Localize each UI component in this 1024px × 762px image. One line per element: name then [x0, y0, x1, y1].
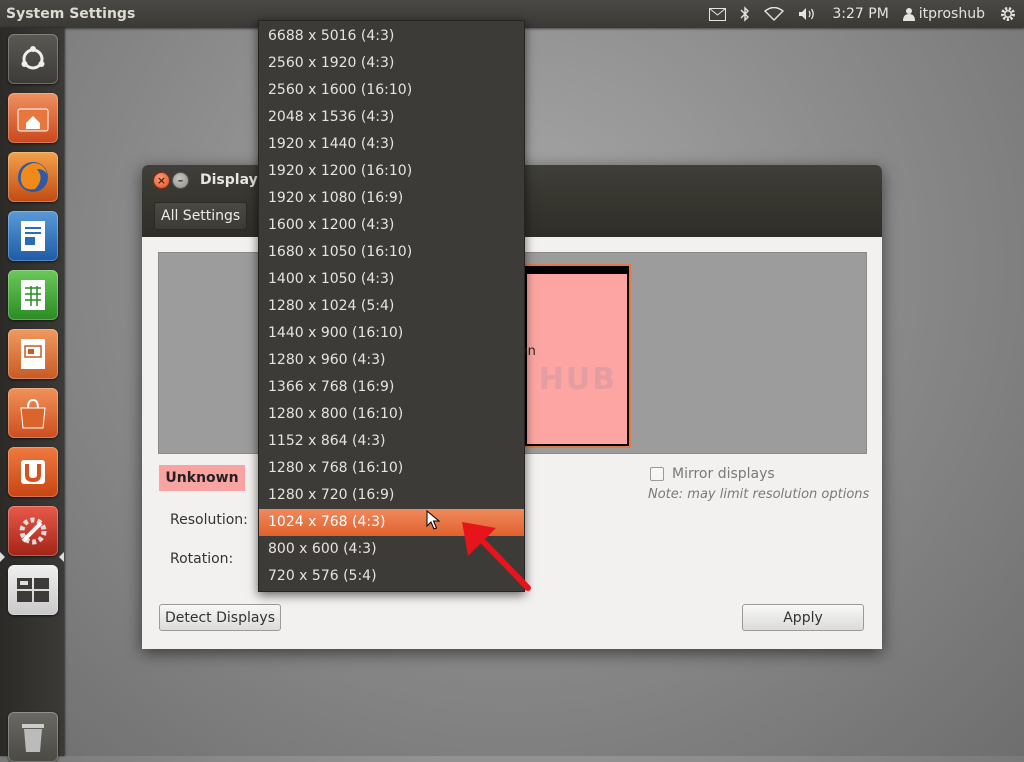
folder-icon	[17, 108, 49, 132]
wifi-icon[interactable]	[757, 0, 791, 28]
all-settings-button[interactable]: All Settings	[154, 202, 248, 230]
clock[interactable]: 3:27 PM	[825, 0, 895, 28]
launcher	[0, 28, 64, 762]
resolution-label: Resolution:	[170, 512, 248, 528]
launcher-ubuntu-one[interactable]	[8, 447, 58, 497]
resolution-option[interactable]: 1152 x 864 (4:3)	[259, 428, 524, 455]
resolution-option[interactable]: 1920 x 1080 (16:9)	[259, 185, 524, 212]
resolution-option[interactable]: 1400 x 1050 (4:3)	[259, 266, 524, 293]
calc-icon	[21, 280, 45, 310]
detect-displays-button[interactable]: Detect Displays	[159, 604, 281, 631]
firefox-icon	[18, 162, 48, 192]
gear-icon[interactable]	[992, 0, 1024, 28]
resolution-option[interactable]: 1920 x 1440 (4:3)	[259, 131, 524, 158]
resolution-option[interactable]: 1280 x 720 (16:9)	[259, 482, 524, 509]
resolution-option[interactable]: 1280 x 800 (16:10)	[259, 401, 524, 428]
mirror-displays-checkbox[interactable]: Mirror displays	[650, 466, 775, 482]
active-app-indicator	[0, 552, 5, 562]
resolution-option[interactable]: 1440 x 900 (16:10)	[259, 320, 524, 347]
mirror-note: Note: may limit resolution options	[648, 487, 870, 502]
ubuntu-one-icon	[21, 460, 45, 484]
writer-icon	[21, 221, 45, 251]
resolution-option[interactable]: 2048 x 1536 (4:3)	[259, 104, 524, 131]
resolution-option[interactable]: 6688 x 5016 (4:3)	[259, 23, 524, 50]
launcher-workspaces[interactable]	[8, 565, 58, 615]
trash-icon	[22, 724, 44, 752]
close-icon[interactable]: ×	[153, 172, 170, 189]
launcher-trash[interactable]	[8, 712, 58, 762]
user-menu[interactable]: itproshub	[896, 0, 992, 28]
ubuntu-logo-icon	[21, 46, 45, 70]
launcher-firefox[interactable]	[8, 152, 58, 202]
resolution-option[interactable]: 2560 x 1920 (4:3)	[259, 50, 524, 77]
impress-icon	[21, 339, 45, 369]
checkbox-icon[interactable]	[650, 467, 664, 481]
window-title: Displays	[200, 172, 267, 188]
resolution-option[interactable]: 1280 x 960 (4:3)	[259, 347, 524, 374]
workspaces-icon	[17, 578, 49, 602]
indicator-area: 3:27 PM itproshub	[702, 0, 1024, 28]
rotation-label: Rotation:	[170, 551, 234, 567]
resolution-option[interactable]: 1280 x 768 (16:10)	[259, 455, 524, 482]
launcher-impress[interactable]	[8, 329, 58, 379]
settings-wrench-icon	[19, 517, 47, 545]
shopping-bag-icon	[20, 398, 46, 429]
minimize-icon[interactable]: –	[172, 172, 189, 189]
annotation-arrow-icon	[462, 522, 531, 591]
mirror-displays-label: Mirror displays	[672, 466, 775, 482]
launcher-software-center[interactable]	[8, 388, 58, 438]
resolution-option[interactable]: 1280 x 1024 (5:4)	[259, 293, 524, 320]
resolution-dropdown-list[interactable]: 6688 x 5016 (4:3) 2560 x 1920 (4:3) 2560…	[258, 20, 525, 592]
launcher-dash-home[interactable]	[8, 34, 58, 84]
resolution-option[interactable]: 1600 x 1200 (4:3)	[259, 212, 524, 239]
user-name: itproshub	[918, 6, 985, 22]
mail-icon[interactable]	[702, 0, 733, 28]
resolution-option[interactable]: 1366 x 768 (16:9)	[259, 374, 524, 401]
resolution-option[interactable]: 1920 x 1200 (16:10)	[259, 158, 524, 185]
launcher-home-folder[interactable]	[8, 93, 58, 143]
launcher-calc[interactable]	[8, 270, 58, 320]
monitor-preview[interactable]: wn	[517, 266, 629, 446]
volume-icon[interactable]	[791, 0, 825, 28]
apply-button[interactable]: Apply	[742, 604, 864, 631]
bluetooth-icon[interactable]	[733, 0, 757, 28]
resolution-option[interactable]: 2560 x 1600 (16:10)	[259, 77, 524, 104]
launcher-writer[interactable]	[8, 211, 58, 261]
resolution-option[interactable]: 1680 x 1050 (16:10)	[259, 239, 524, 266]
display-name-badge: Unknown	[159, 465, 245, 491]
launcher-system-settings[interactable]	[8, 506, 58, 556]
app-title: System Settings	[6, 6, 136, 22]
mouse-pointer-icon	[426, 510, 440, 530]
user-icon	[902, 8, 915, 21]
focused-app-indicator	[59, 552, 64, 562]
